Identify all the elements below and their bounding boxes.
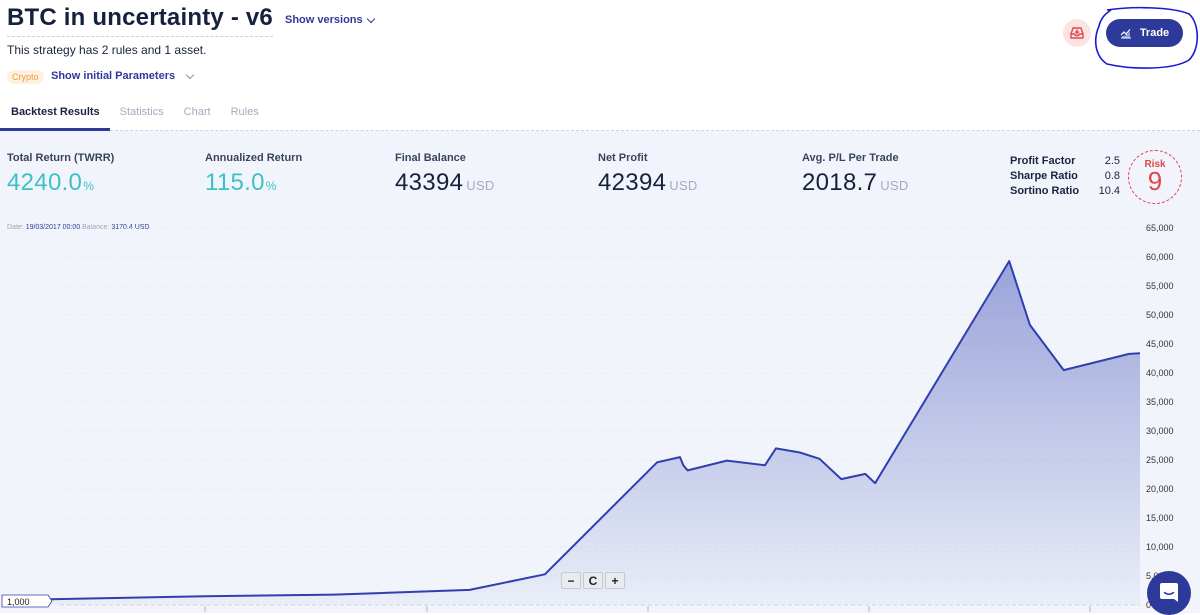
y-tick-label: 10,000: [1146, 542, 1174, 552]
zoom-reset-button[interactable]: C: [583, 572, 603, 589]
balance-area: [50, 261, 1140, 605]
y-tick-label: 50,000: [1146, 310, 1174, 320]
x-axis: [205, 606, 1090, 612]
y-tick-label: 15,000: [1146, 513, 1174, 523]
y-tick-label: 25,000: [1146, 455, 1174, 465]
chat-button[interactable]: [1147, 571, 1191, 615]
y-tick-label: 20,000: [1146, 484, 1174, 494]
balance-chart[interactable]: 05,00010,00015,00020,00025,00030,00035,0…: [0, 0, 1200, 613]
zoom-out-button[interactable]: −: [561, 572, 581, 589]
y-tick-label: 60,000: [1146, 252, 1174, 262]
chat-icon: [1159, 582, 1179, 604]
y-tick-label: 55,000: [1146, 281, 1174, 291]
y-axis: 05,00010,00015,00020,00025,00030,00035,0…: [1146, 223, 1174, 610]
start-value-flag: 1,000: [2, 595, 52, 607]
y-tick-label: 40,000: [1146, 368, 1174, 378]
start-value-label: 1,000: [7, 597, 30, 607]
zoom-in-button[interactable]: +: [605, 572, 625, 589]
y-tick-label: 45,000: [1146, 339, 1174, 349]
y-tick-label: 30,000: [1146, 426, 1174, 436]
y-tick-label: 35,000: [1146, 397, 1174, 407]
chart-zoom-controls: − C +: [561, 572, 625, 589]
y-tick-label: 65,000: [1146, 223, 1174, 233]
